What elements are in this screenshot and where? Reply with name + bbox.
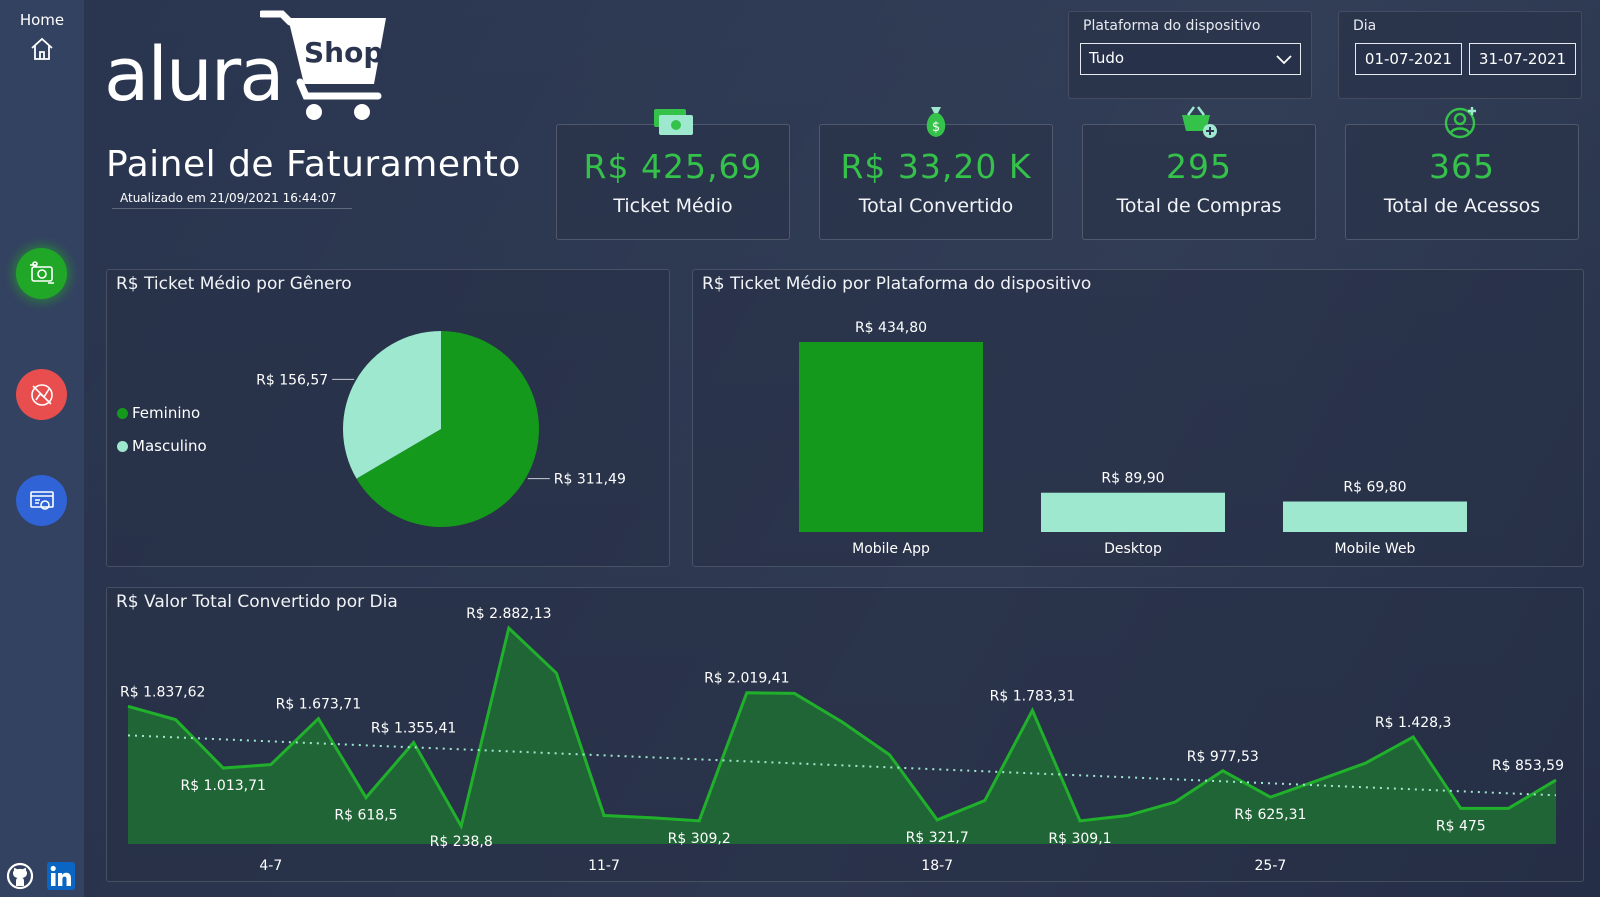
area-data-label: R$ 1.783,31 (990, 688, 1075, 704)
chevron-down-icon (1276, 55, 1292, 65)
area-data-label: R$ 238,8 (430, 834, 493, 850)
analytics-icon (30, 383, 53, 406)
updated-timestamp: Atualizado em 21/09/2021 16:44:07 (120, 191, 337, 205)
bar-category-label: Mobile Web (1335, 541, 1416, 557)
kpi-total-acessos: 365 Total de Acessos (1345, 124, 1579, 240)
area-data-label: R$ 2.882,13 (466, 606, 551, 622)
user-add-icon (1444, 107, 1476, 139)
platform-select[interactable]: Tudo (1080, 43, 1301, 75)
page-title: Painel de Faturamento (106, 144, 521, 185)
kpi-value: 365 (1429, 147, 1495, 186)
nav-web-button[interactable] (16, 475, 67, 526)
bar-data-label: R$ 89,90 (1101, 471, 1164, 487)
shopping-cart-icon: Shop (260, 10, 386, 120)
bar-chart: R$ 434,80 Mobile App R$ 89,90 Desktop R$ 69,… (799, 320, 1467, 557)
area-data-label: R$ 321,7 (906, 830, 969, 846)
area-chart: R$ 1.837,62 R$ 1.013,71 R$ 1.673,71 R$ 618,… (120, 606, 1564, 874)
linkedin-icon[interactable] (47, 862, 75, 890)
area-data-label: R$ 309,2 (668, 831, 731, 847)
kpi-value: R$ 425,69 (583, 147, 763, 186)
kpi-value: 295 (1166, 147, 1232, 186)
home-label[interactable]: Home (0, 11, 84, 29)
platform-ticket-card: R$ Ticket Médio por Plataforma do dispos… (692, 269, 1584, 567)
daily-conversion-card: R$ Valor Total Convertido por Dia R$ 1.8… (106, 587, 1584, 882)
area-data-label: R$ 475 (1436, 818, 1486, 834)
gender-ticket-card: R$ Ticket Médio por Gênero Feminino Masc… (106, 269, 670, 567)
platform-filter-label: Plataforma do dispositivo (1083, 18, 1261, 34)
bar-category-label: Mobile App (852, 541, 930, 557)
kpi-total-compras: 295 Total de Compras (1082, 124, 1316, 240)
area-data-label: R$ 309,1 (1048, 831, 1111, 847)
kpi-label: Total Convertido (858, 195, 1014, 217)
divider (112, 208, 352, 209)
x-tick-label: 11-7 (588, 858, 620, 874)
home-icon[interactable] (29, 36, 55, 62)
kpi-total-convertido: R$ 33,20 K Total Convertido (819, 124, 1053, 240)
area-data-label: R$ 977,53 (1187, 749, 1259, 765)
sidebar: Home (0, 0, 84, 897)
money-bills-icon (654, 109, 693, 135)
area-data-label: R$ 2.019,41 (704, 671, 789, 687)
revenue-icon (29, 260, 54, 284)
bar-data-label: R$ 69,80 (1343, 479, 1406, 495)
area-data-label: R$ 1.013,71 (180, 778, 265, 794)
bar-category-label: Desktop (1104, 541, 1162, 557)
svg-text:$: $ (932, 120, 940, 135)
basket-add-icon (1182, 106, 1217, 138)
pie-data-label: R$ 311,49 (554, 472, 626, 488)
area-data-label: R$ 1.673,71 (276, 697, 361, 713)
x-tick-label: 4-7 (259, 858, 282, 874)
end-date-input[interactable]: 31-07-2021 (1469, 43, 1576, 75)
bar-mobile-app[interactable] (799, 342, 983, 532)
nav-analytics-button[interactable] (16, 369, 67, 420)
day-filter: Dia 01-07-2021 31-07-2021 (1338, 11, 1582, 99)
platform-filter: Plataforma do dispositivo Tudo (1068, 11, 1312, 99)
x-tick-label: 25-7 (1255, 858, 1287, 874)
github-icon[interactable] (6, 862, 34, 890)
pie-chart: R$ 311,49 R$ 156,57 (256, 331, 626, 527)
start-date-input[interactable]: 01-07-2021 (1355, 43, 1462, 75)
kpi-label: Ticket Médio (613, 195, 733, 217)
kpi-label: Total de Compras (1116, 195, 1282, 217)
bar-desktop[interactable] (1041, 492, 1225, 532)
pie-data-label: R$ 156,57 (256, 372, 328, 388)
area-data-label: R$ 1.428,3 (1375, 715, 1452, 731)
money-bag-icon: $ (926, 107, 946, 137)
kpi-label: Total de Acessos (1383, 195, 1541, 217)
area-data-label: R$ 1.837,62 (120, 684, 205, 700)
area-data-label: R$ 853,59 (1492, 758, 1564, 774)
kpi-value: R$ 33,20 K (840, 147, 1032, 186)
platform-select-value: Tudo (1089, 49, 1125, 67)
area-data-label: R$ 1.355,41 (371, 720, 456, 736)
logo-badge: Shop (304, 36, 383, 69)
area-data-label: R$ 618,5 (334, 808, 397, 824)
bar-mobile-web[interactable] (1283, 501, 1467, 532)
alura-shop-logo: alura Shop (104, 10, 404, 125)
kpi-ticket-medio: R$ 425,69 Ticket Médio (556, 124, 790, 240)
logo-text: alura (104, 32, 285, 118)
area-data-label: R$ 625,31 (1234, 807, 1306, 823)
day-filter-label: Dia (1353, 18, 1377, 34)
nav-revenue-button[interactable] (16, 248, 67, 299)
bar-data-label: R$ 434,80 (855, 320, 927, 336)
x-tick-label: 18-7 (921, 858, 953, 874)
web-settings-icon (29, 490, 54, 510)
